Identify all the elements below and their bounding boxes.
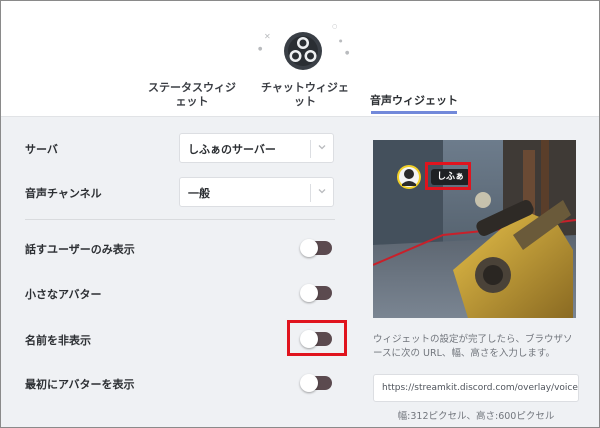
select-separator [310, 184, 311, 202]
instructions-text: ウィジェットの設定が完了したら、ブラウザソースに次の URL、幅、高さを入力しま… [373, 334, 573, 359]
sparkle-icon: ● [258, 46, 263, 52]
toggle-label-avatar-first: 最初にアバターを表示 [25, 378, 135, 391]
toggle-label-hide-names: 名前を非表示 [25, 334, 91, 347]
tab-label: ステータスウィジ [148, 81, 236, 94]
chevron-down-icon [318, 189, 326, 194]
tab-status-widget[interactable]: ステータスウィジ ェット [146, 81, 238, 109]
toggle-knob [300, 239, 318, 257]
url-field[interactable]: https://streamkit.discord.com/overlay/vo… [373, 374, 579, 402]
voice-channel-select-value: 一般 [188, 187, 210, 200]
sparkle-icon: ✕ [264, 32, 271, 41]
server-label: サーバ [25, 143, 58, 156]
game-scene-image [373, 140, 576, 318]
highlight-box [425, 162, 471, 190]
tab-label: ェット [175, 95, 209, 108]
toggle-speaking-only[interactable] [300, 239, 332, 257]
active-tab-indicator [371, 111, 457, 114]
settings-divider [25, 219, 335, 220]
voice-channel-label: 音声チャンネル [25, 187, 102, 200]
sparkle-icon: ○ [332, 23, 338, 30]
select-separator [310, 140, 311, 158]
toggle-knob [300, 284, 318, 302]
toggle-avatar-first[interactable] [300, 374, 332, 392]
toggle-label-speaking-only: 話すユーザーのみ表示 [25, 243, 135, 256]
server-select[interactable]: しふぁのサーバー [179, 133, 334, 163]
chevron-down-icon [318, 145, 326, 150]
size-note: 幅:312ピクセル、高さ:600ピクセル [397, 411, 555, 422]
toggle-small-avatars[interactable] [300, 284, 332, 302]
tab-label: チャットウィジェ [261, 81, 349, 94]
window-frame: ✕ ● ○ ● ● ステータスウィジ ェット チャットウィジェ ット 音声ウィジ… [0, 0, 600, 428]
server-select-value: しふぁのサーバー [188, 143, 276, 156]
header: ✕ ● ○ ● ● ステータスウィジ ェット チャットウィジェ ット 音声ウィジ… [1, 1, 599, 117]
tab-voice-widget[interactable]: 音声ウィジェット [367, 94, 461, 108]
sparkle-icon: ● [345, 50, 350, 56]
highlight-box [287, 320, 347, 356]
widget-preview: しふぁ [373, 140, 576, 318]
tab-chat-widget[interactable]: チャットウィジェ ット [259, 81, 351, 109]
toggle-label-small-avatars: 小さなアバター [25, 288, 102, 301]
url-text: https://streamkit.discord.com/overlay/vo… [382, 383, 578, 393]
toggle-knob [300, 374, 318, 392]
tab-label: ット [294, 95, 316, 108]
tab-label: 音声ウィジェット [370, 94, 458, 107]
sparkle-icon: ● [339, 38, 343, 43]
voice-channel-select[interactable]: 一般 [179, 177, 334, 207]
obs-logo-icon [284, 32, 322, 70]
